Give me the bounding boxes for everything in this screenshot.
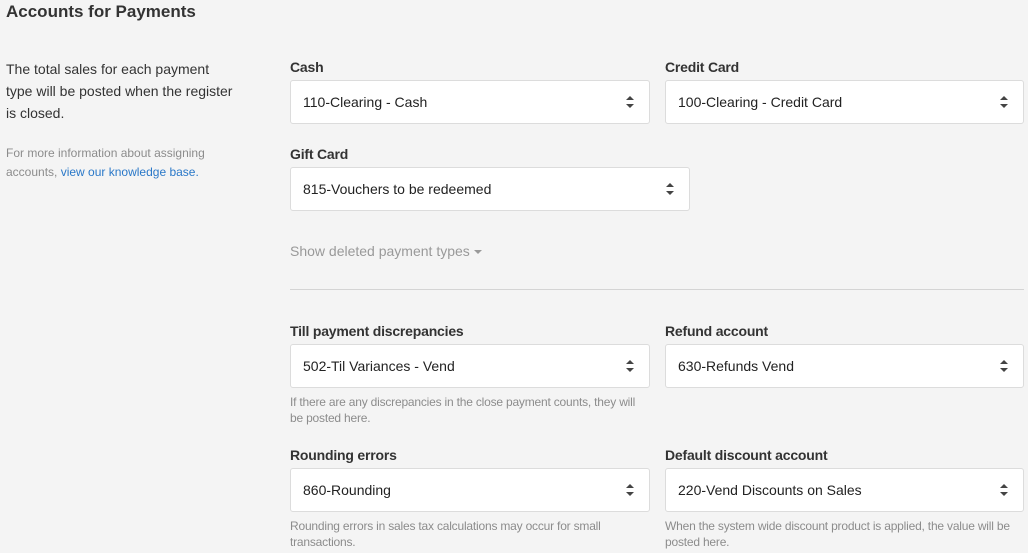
section-description: The total sales for each payment type wi… xyxy=(6,61,233,121)
show-deleted-label: Show deleted payment types xyxy=(290,243,470,259)
caret-down-icon xyxy=(473,250,482,255)
gift-card-select-value: 815-Vouchers to be redeemed xyxy=(303,181,492,197)
credit-card-label: Credit Card xyxy=(665,59,740,75)
refund-account-select[interactable]: 630-Refunds Vend xyxy=(665,344,1024,388)
till-discrepancies-select[interactable]: 502-Til Variances - Vend xyxy=(290,344,650,388)
default-discount-select[interactable]: 220-Vend Discounts on Sales xyxy=(665,468,1024,512)
select-arrows-icon xyxy=(626,360,634,372)
refund-account-label: Refund account xyxy=(665,323,768,339)
till-discrepancies-select-value: 502-Til Variances - Vend xyxy=(303,358,455,374)
select-arrows-icon xyxy=(1000,96,1008,108)
rounding-errors-hint: Rounding errors in sales tax calculation… xyxy=(290,519,601,549)
gift-card-field: Gift Card 815-Vouchers to be redeemed xyxy=(290,145,690,211)
refund-account-field: Refund account 630-Refunds Vend xyxy=(665,322,1024,388)
default-discount-field: Default discount account 220-Vend Discou… xyxy=(665,446,1024,550)
cash-select-value: 110-Clearing - Cash xyxy=(303,94,428,110)
default-discount-select-value: 220-Vend Discounts on Sales xyxy=(678,482,862,498)
rounding-errors-select-value: 860-Rounding xyxy=(303,482,391,498)
rounding-errors-label: Rounding errors xyxy=(290,447,397,463)
show-deleted-toggle[interactable]: Show deleted payment types xyxy=(290,241,482,261)
page-title: Accounts for Payments xyxy=(6,2,196,21)
info-text: For more information about assigning acc… xyxy=(6,144,236,182)
select-arrows-icon xyxy=(666,183,674,195)
cash-select[interactable]: 110-Clearing - Cash xyxy=(290,80,650,124)
till-discrepancies-label: Till payment discrepancies xyxy=(290,323,464,339)
credit-card-select[interactable]: 100-Clearing - Credit Card xyxy=(665,80,1024,124)
select-arrows-icon xyxy=(1000,360,1008,372)
select-arrows-icon xyxy=(626,96,634,108)
divider xyxy=(290,289,1024,290)
till-discrepancies-field: Till payment discrepancies 502-Til Varia… xyxy=(290,322,650,426)
credit-card-field: Credit Card 100-Clearing - Credit Card xyxy=(665,58,1024,124)
cash-label: Cash xyxy=(290,59,324,75)
cash-field: Cash 110-Clearing - Cash xyxy=(290,58,650,124)
select-arrows-icon xyxy=(1000,484,1008,496)
knowledge-base-link[interactable]: view our knowledge base. xyxy=(61,165,199,179)
refund-account-select-value: 630-Refunds Vend xyxy=(678,358,794,374)
credit-card-select-value: 100-Clearing - Credit Card xyxy=(678,94,843,110)
default-discount-hint: When the system wide discount product is… xyxy=(665,519,1010,549)
gift-card-select[interactable]: 815-Vouchers to be redeemed xyxy=(290,167,690,211)
default-discount-label: Default discount account xyxy=(665,447,828,463)
rounding-errors-field: Rounding errors 860-Rounding Rounding er… xyxy=(290,446,650,550)
rounding-errors-select[interactable]: 860-Rounding xyxy=(290,468,650,512)
gift-card-label: Gift Card xyxy=(290,146,349,162)
till-discrepancies-hint: If there are any discrepancies in the cl… xyxy=(290,395,636,425)
select-arrows-icon xyxy=(626,484,634,496)
